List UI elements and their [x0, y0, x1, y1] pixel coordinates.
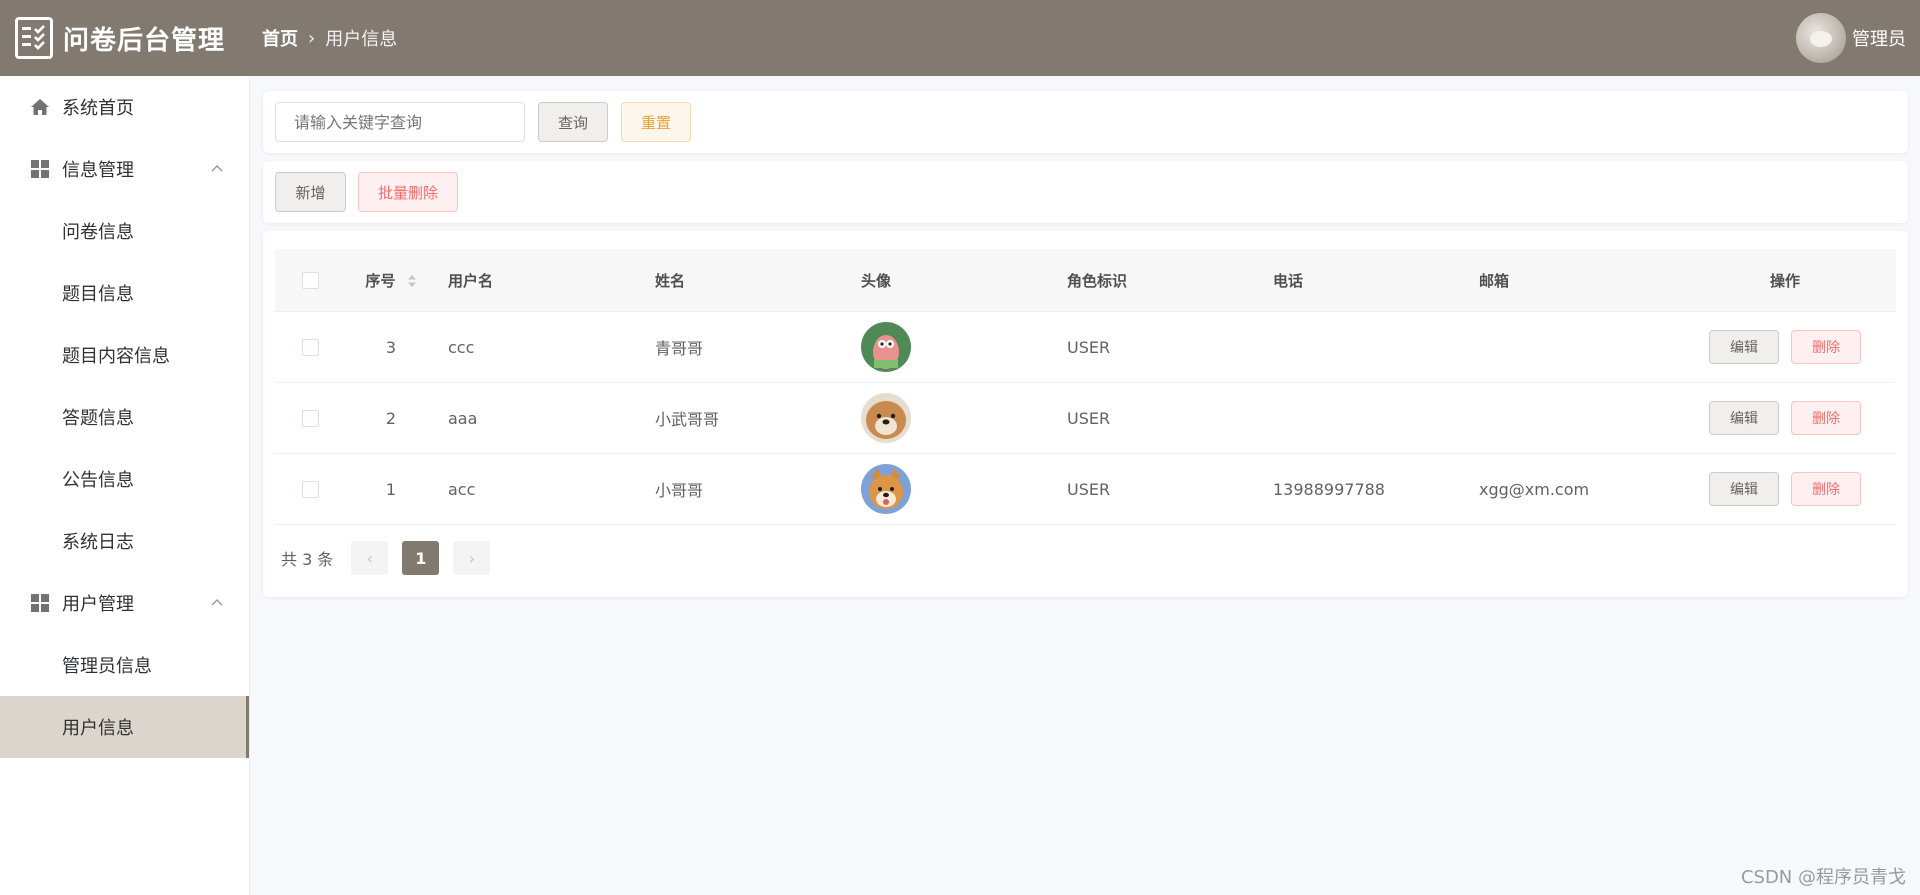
chevron-up-icon [211, 165, 223, 172]
breadcrumb-current: 用户信息 [325, 29, 398, 50]
row-checkbox[interactable] [301, 338, 319, 356]
delete-button[interactable]: 删除 [1791, 330, 1861, 364]
user-table: 序号 用户名 姓名 头像 角色标识 电话 邮箱 操作 3 ccc 青哥哥 USE… [275, 249, 1896, 525]
sidebar-item-notice[interactable]: 公告信息 [0, 448, 249, 510]
column-header-email: 邮箱 [1479, 271, 1510, 290]
edit-button[interactable]: 编辑 [1709, 472, 1779, 506]
reset-button[interactable]: 重置 [621, 102, 691, 142]
app-title: 问卷后台管理 [63, 25, 226, 56]
cell-name: 青哥哥 [655, 339, 704, 358]
breadcrumb-separator-icon: › [308, 27, 316, 49]
sidebar-item-label: 管理员信息 [62, 656, 152, 677]
grid-icon [30, 593, 50, 613]
query-button[interactable]: 查询 [538, 102, 608, 142]
edit-button[interactable]: 编辑 [1709, 330, 1779, 364]
cell-username: acc [448, 479, 476, 499]
prev-page-icon[interactable]: ‹ [351, 541, 389, 575]
sidebar-item-label: 问卷信息 [62, 222, 134, 243]
sidebar-item-label: 用户信息 [62, 718, 134, 739]
sidebar-item-label: 信息管理 [62, 160, 134, 181]
page-number-button[interactable]: 1 [402, 541, 440, 575]
column-header-role: 角色标识 [1067, 271, 1128, 290]
search-card: 查询 重置 [263, 91, 1908, 153]
column-header-label: 序号 [365, 271, 396, 290]
cell-id: 1 [385, 479, 397, 499]
cell-email: xgg@xm.com [1479, 479, 1590, 499]
cell-phone: 13988997788 [1273, 479, 1385, 499]
column-header-phone: 电话 [1273, 271, 1304, 290]
sidebar-item-log[interactable]: 系统日志 [0, 510, 249, 572]
cell-role: USER [1067, 408, 1111, 428]
sidebar-item-label: 题目信息 [62, 284, 134, 305]
pagination: 共 3 条 ‹ 1 › [281, 541, 491, 575]
search-input[interactable] [275, 102, 525, 142]
delete-button[interactable]: 删除 [1791, 472, 1861, 506]
select-all-checkbox[interactable] [301, 271, 319, 289]
toolbar-card: 新增 批量删除 [263, 161, 1908, 223]
sidebar-item-home[interactable]: 系统首页 [0, 76, 249, 138]
sidebar-group-info[interactable]: 信息管理 [0, 138, 249, 200]
table-card: 序号 用户名 姓名 头像 角色标识 电话 邮箱 操作 3 ccc 青哥哥 USE… [263, 231, 1908, 597]
avatar[interactable] [1796, 13, 1846, 63]
row-checkbox[interactable] [301, 480, 319, 498]
cell-username: ccc [448, 337, 475, 357]
table-row: 3 ccc 青哥哥 USER 编辑 删除 [275, 312, 1896, 383]
sidebar-item-label: 公告信息 [62, 470, 134, 491]
row-checkbox[interactable] [301, 409, 319, 427]
cell-id: 3 [385, 337, 397, 357]
column-header-avatar: 头像 [861, 271, 892, 290]
sidebar-item-question[interactable]: 题目信息 [0, 262, 249, 324]
sidebar-item-answer[interactable]: 答题信息 [0, 386, 249, 448]
admin-name[interactable]: 管理员 [1852, 25, 1906, 51]
user-menu[interactable]: 管理员 [1796, 0, 1906, 76]
breadcrumb-home[interactable]: 首页 [262, 25, 298, 51]
column-header-name: 姓名 [655, 271, 686, 290]
sidebar-item-question-content[interactable]: 题目内容信息 [0, 324, 249, 386]
cell-role: USER [1067, 337, 1111, 357]
batch-delete-button[interactable]: 批量删除 [358, 172, 458, 212]
edit-button[interactable]: 编辑 [1709, 401, 1779, 435]
sidebar-item-survey[interactable]: 问卷信息 [0, 200, 249, 262]
sidebar-item-label: 题目内容信息 [62, 346, 170, 367]
sidebar-group-user[interactable]: 用户管理 [0, 572, 249, 634]
pagination-total: 共 3 条 [281, 550, 334, 569]
cell-id: 2 [385, 408, 397, 428]
sidebar-item-label: 答题信息 [62, 408, 134, 429]
breadcrumb: 首页 › 用户信息 [262, 25, 397, 51]
cell-name: 小哥哥 [655, 481, 704, 500]
top-header: 问卷后台管理 首页 › 用户信息 管理员 [0, 0, 1920, 76]
table-header: 序号 用户名 姓名 头像 角色标识 电话 邮箱 操作 [275, 249, 1896, 312]
sort-icon[interactable] [407, 274, 417, 288]
cell-username: aaa [448, 408, 478, 428]
cell-role: USER [1067, 479, 1111, 499]
next-page-icon[interactable]: › [453, 541, 491, 575]
table-row: 1 acc 小哥哥 USER 13988997788 xgg@xm.com 编辑… [275, 454, 1896, 525]
table-row: 2 aaa 小武哥哥 USER 编辑 删除 [275, 383, 1896, 454]
sidebar-item-label: 系统首页 [62, 98, 134, 119]
grid-icon [30, 159, 50, 179]
add-button[interactable]: 新增 [275, 172, 346, 212]
sidebar-item-label: 用户管理 [62, 594, 134, 615]
column-header-username: 用户名 [448, 271, 494, 290]
column-header-ops: 操作 [1769, 271, 1800, 290]
chevron-up-icon [211, 599, 223, 606]
user-avatar[interactable] [861, 393, 911, 443]
survey-logo-icon [15, 17, 53, 59]
sidebar-item-user[interactable]: 用户信息 [0, 696, 249, 758]
sidebar: 系统首页 信息管理 问卷信息 题目信息 题目内容信息 答题信息 公告信息 系统日… [0, 76, 250, 895]
delete-button[interactable]: 删除 [1791, 401, 1861, 435]
sidebar-item-label: 系统日志 [62, 532, 134, 553]
logo: 问卷后台管理 [0, 17, 250, 59]
cell-name: 小武哥哥 [655, 410, 720, 429]
home-icon [30, 97, 50, 117]
column-header-id[interactable]: 序号 [345, 270, 437, 291]
watermark: CSDN @程序员青戈 [1740, 867, 1906, 888]
sidebar-item-admin[interactable]: 管理员信息 [0, 634, 249, 696]
user-avatar[interactable] [861, 464, 911, 514]
user-avatar[interactable] [861, 322, 911, 372]
